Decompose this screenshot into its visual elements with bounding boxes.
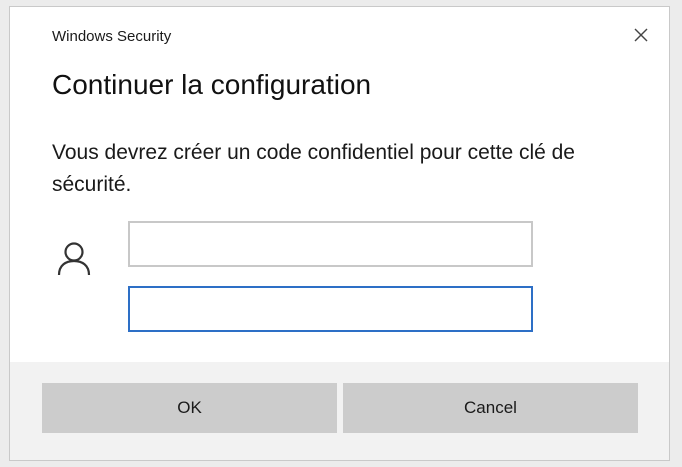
cancel-button[interactable]: Cancel [343, 383, 638, 433]
close-button[interactable] [627, 21, 655, 49]
ok-button[interactable]: OK [42, 383, 337, 433]
user-icon [57, 242, 91, 276]
dialog-message: Vous devrez créer un code confidentiel p… [52, 141, 575, 196]
username-field[interactable] [128, 221, 533, 267]
dialog-heading: Continuer la configuration [52, 69, 372, 100]
pin-field[interactable] [128, 286, 533, 332]
window-title: Windows Security [52, 28, 172, 45]
close-icon [634, 28, 648, 42]
